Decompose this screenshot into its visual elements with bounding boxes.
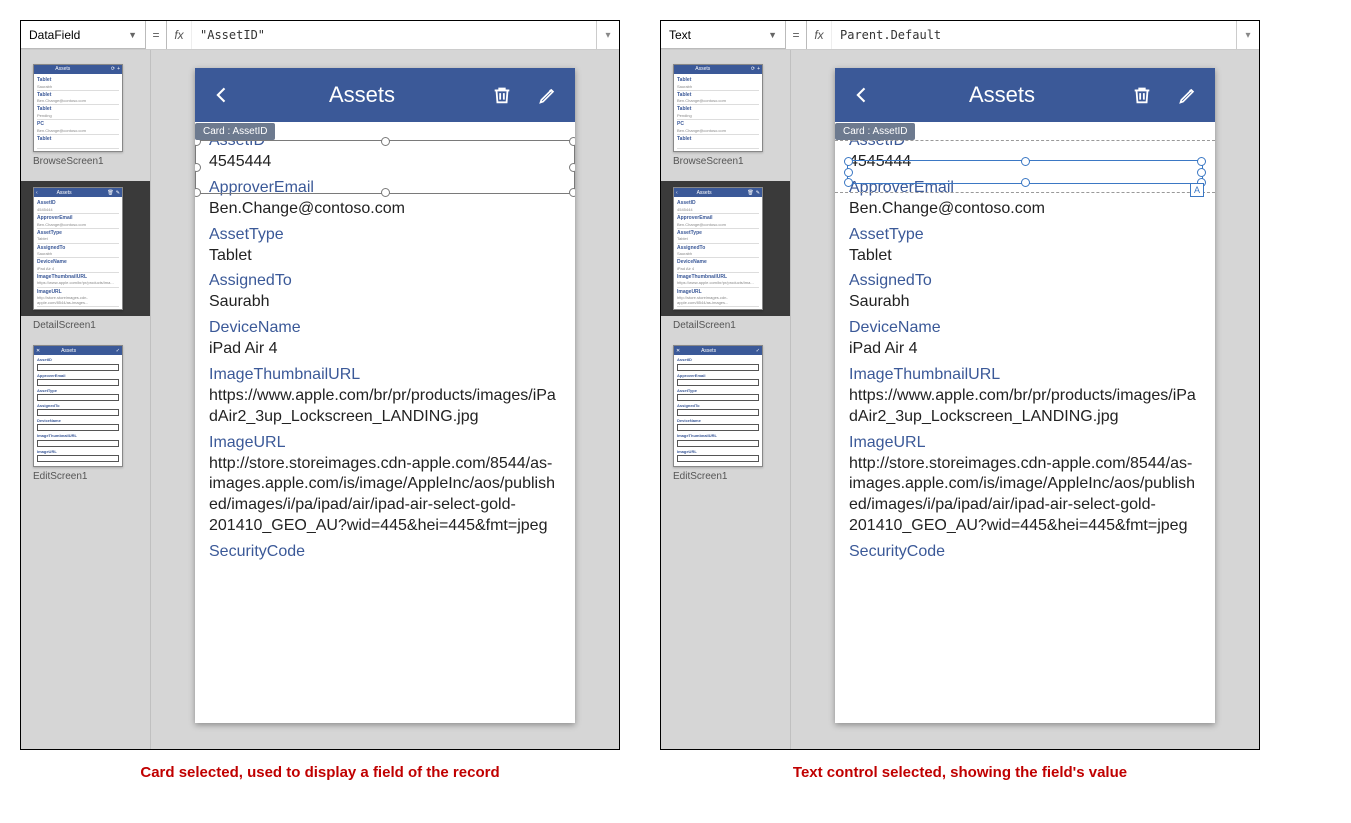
field-value[interactable]: http://store.storeimages.cdn-apple.com/8…: [209, 454, 561, 537]
app-bar: Assets: [835, 68, 1215, 122]
thumb-browse-screen[interactable]: Assets⟳+ TabletSaurabh TabletBen.Change@…: [673, 64, 763, 152]
edit-icon[interactable]: [535, 82, 561, 108]
fields: AssetID4545444 ApproverEmailBen.Change@c…: [835, 122, 1215, 567]
field-label: SecurityCode: [849, 543, 1201, 561]
field-label: ApproverEmail: [849, 179, 1201, 197]
thumb-label: DetailScreen1: [33, 320, 150, 331]
thumb-label: EditScreen1: [673, 471, 790, 482]
app-bar: Assets: [195, 68, 575, 122]
fields: AssetID4545444 ApproverEmailBen.Change@c…: [195, 122, 575, 567]
field-value[interactable]: Ben.Change@contoso.com: [849, 199, 1201, 220]
thumb-detail-screen[interactable]: ‹Assets🗑✎ AssetID4545444 ApproverEmailBe…: [33, 187, 123, 310]
card-tag[interactable]: Card : AssetID: [835, 123, 915, 140]
thumb-label: BrowseScreen1: [673, 156, 790, 167]
field-value[interactable]: Ben.Change@contoso.com: [209, 199, 561, 220]
field-value[interactable]: Saurabh: [209, 292, 561, 313]
panel-card-selected: DataField ▼ = fx "AssetID" ▾ Assets⟳+ Ta…: [20, 20, 620, 750]
thumb-label: DetailScreen1: [673, 320, 790, 331]
canvas[interactable]: Assets Card : AssetID AssetID4545444 App…: [791, 50, 1259, 749]
panel-caption: Text control selected, showing the field…: [793, 764, 1127, 781]
formula-input[interactable]: Parent.Default: [832, 21, 1236, 49]
formula-bar: Text ▼ = fx Parent.Default ▾: [661, 21, 1259, 50]
device-preview: Assets Card : AssetID AssetID4545444 App…: [835, 68, 1215, 723]
app-title: Assets: [235, 82, 489, 108]
field-value[interactable]: 4545444: [209, 152, 561, 173]
equals-label: =: [786, 21, 807, 49]
field-value[interactable]: Tablet: [209, 246, 561, 267]
canvas[interactable]: Assets Card : AssetID AssetID4545444 App…: [151, 50, 619, 749]
thumb-edit-screen[interactable]: ✕Assets✓ AssetID ApproverEmail AssetType…: [673, 345, 763, 466]
field-value[interactable]: Tablet: [849, 246, 1201, 267]
field-label: DeviceName: [209, 319, 561, 337]
chevron-down-icon: ▼: [768, 30, 777, 40]
thumb-browse-screen[interactable]: Assets⟳+ TabletSaurabh TabletBen.Change@…: [33, 64, 123, 152]
field-value[interactable]: https://www.apple.com/br/pr/products/ima…: [209, 386, 561, 428]
equals-label: =: [146, 21, 167, 49]
device-preview: Assets Card : AssetID AssetID4545444 App…: [195, 68, 575, 723]
trash-icon[interactable]: [1129, 82, 1155, 108]
thumb-label: EditScreen1: [33, 471, 150, 482]
back-icon[interactable]: [849, 82, 875, 108]
formula-expand-button[interactable]: ▾: [596, 21, 619, 49]
field-value[interactable]: Saurabh: [849, 292, 1201, 313]
property-dropdown[interactable]: Text ▼: [661, 21, 786, 49]
field-label: ApproverEmail: [209, 179, 561, 197]
field-label: ImageThumbnailURL: [849, 366, 1201, 384]
field-label: AssignedTo: [209, 272, 561, 290]
property-dropdown[interactable]: DataField ▼: [21, 21, 146, 49]
formula-input[interactable]: "AssetID": [192, 21, 596, 49]
card-bottom-guide: [835, 192, 1215, 193]
panel-text-selected: Text ▼ = fx Parent.Default ▾ Assets⟳+ Ta…: [660, 20, 1260, 750]
thumb-label: BrowseScreen1: [33, 156, 150, 167]
field-label: AssetType: [209, 226, 561, 244]
screen-thumbnails: Assets⟳+ TabletSaurabh TabletBen.Change@…: [21, 50, 151, 749]
field-label: ImageURL: [209, 434, 561, 452]
panel-caption: Card selected, used to display a field o…: [140, 764, 499, 781]
field-label: ImageThumbnailURL: [209, 366, 561, 384]
field-value[interactable]: iPad Air 4: [849, 339, 1201, 360]
thumb-edit-screen[interactable]: ✕Assets✓ AssetID ApproverEmail AssetType…: [33, 345, 123, 466]
thumb-detail-screen[interactable]: ‹Assets🗑✎ AssetID4545444 ApproverEmailBe…: [673, 187, 763, 310]
fx-icon[interactable]: fx: [807, 21, 832, 49]
card-top-guide: [835, 140, 1215, 141]
field-label: DeviceName: [849, 319, 1201, 337]
app-title: Assets: [875, 82, 1129, 108]
formula-bar: DataField ▼ = fx "AssetID" ▾: [21, 21, 619, 50]
field-label: AssetType: [849, 226, 1201, 244]
back-icon[interactable]: [209, 82, 235, 108]
card-tag[interactable]: Card : AssetID: [195, 123, 275, 140]
field-value[interactable]: 4545444: [849, 152, 1201, 173]
formula-expand-button[interactable]: ▾: [1236, 21, 1259, 49]
field-value[interactable]: http://store.storeimages.cdn-apple.com/8…: [849, 454, 1201, 537]
field-label: AssignedTo: [849, 272, 1201, 290]
edit-icon[interactable]: [1175, 82, 1201, 108]
field-value[interactable]: https://www.apple.com/br/pr/products/ima…: [849, 386, 1201, 428]
trash-icon[interactable]: [489, 82, 515, 108]
screen-thumbnails: Assets⟳+ TabletSaurabh TabletBen.Change@…: [661, 50, 791, 749]
fx-icon[interactable]: fx: [167, 21, 192, 49]
field-label: ImageURL: [849, 434, 1201, 452]
chevron-down-icon: ▼: [128, 30, 137, 40]
field-label: SecurityCode: [209, 543, 561, 561]
field-value[interactable]: iPad Air 4: [209, 339, 561, 360]
